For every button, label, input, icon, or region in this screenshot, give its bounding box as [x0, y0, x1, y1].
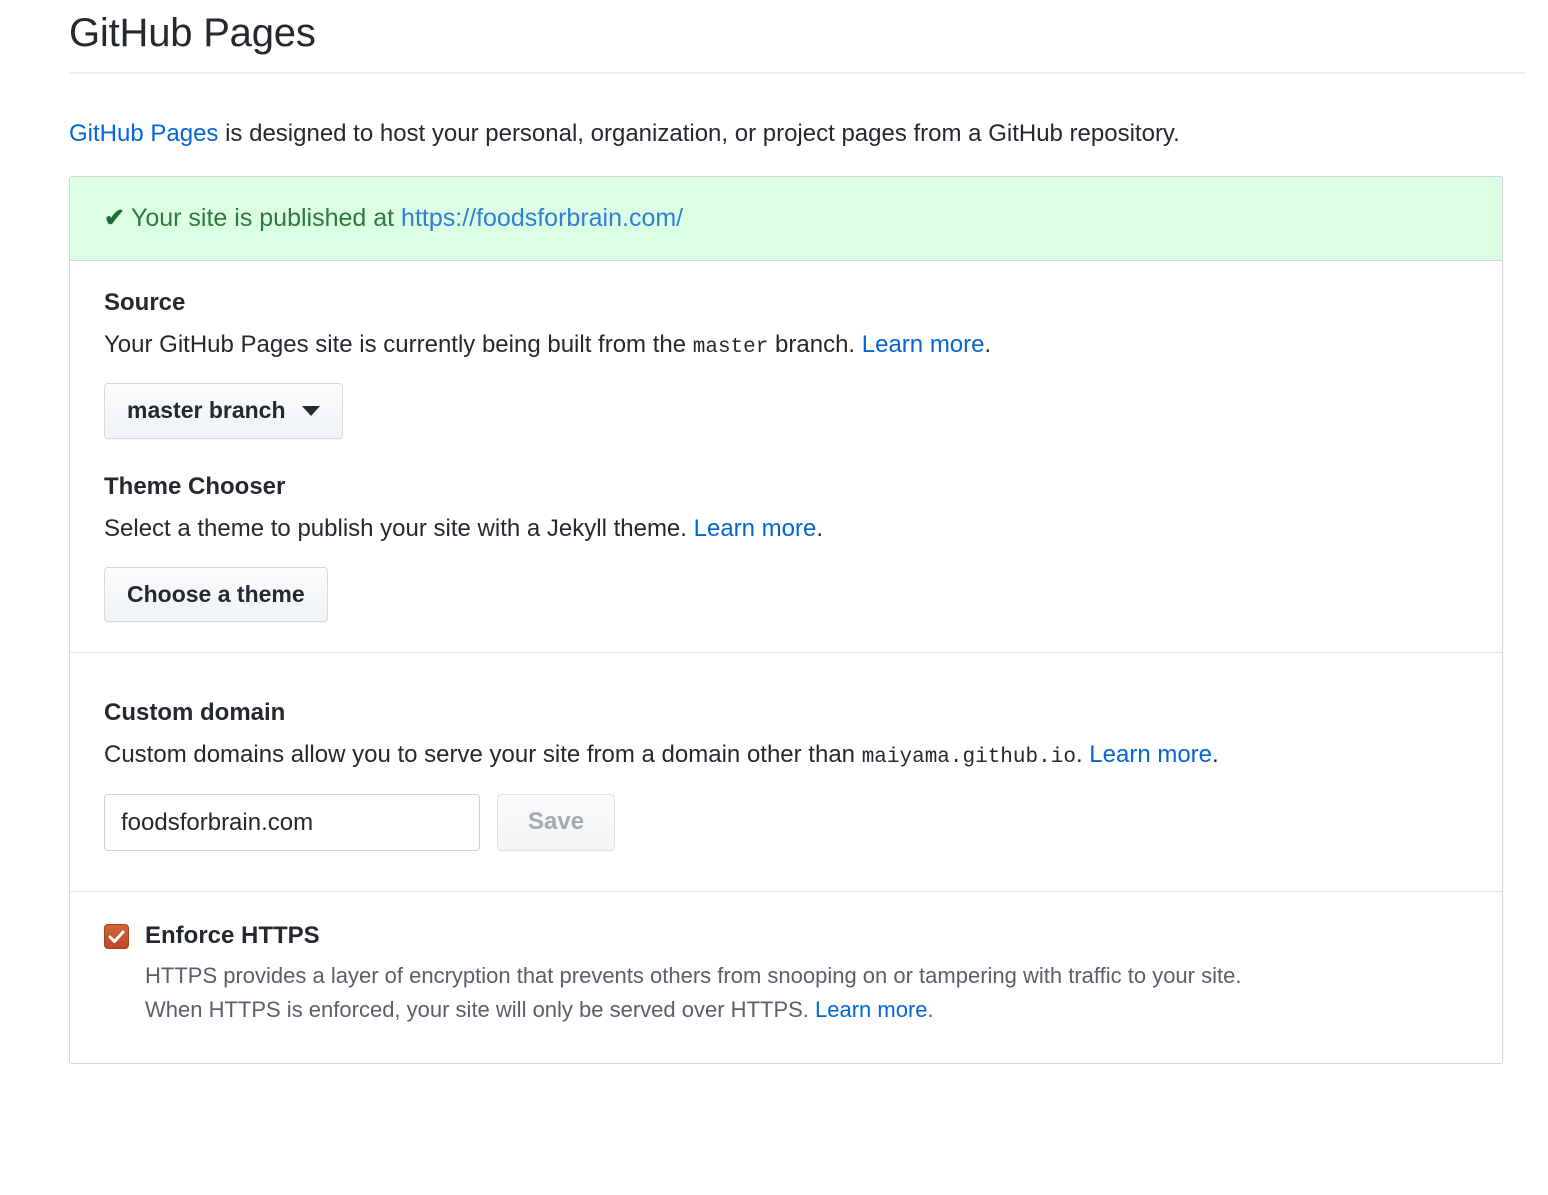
source-branch-code: master: [692, 335, 769, 359]
save-domain-button[interactable]: Save: [497, 793, 616, 852]
theme-chooser-heading: Theme Chooser: [104, 472, 286, 500]
page-title: GitHub Pages: [69, 11, 316, 55]
https-desc-line2-end: .: [927, 997, 934, 1022]
https-desc-line2-before: When HTTPS is enforced, your site will o…: [145, 997, 816, 1022]
custom-domain-form: Save: [104, 793, 1468, 852]
source-desc-end: .: [984, 330, 992, 358]
checkbox-checked-icon[interactable]: [104, 924, 129, 949]
domain-desc-end: .: [1212, 741, 1219, 769]
save-label: Save: [528, 808, 585, 836]
intro-paragraph: GitHub Pages is designed to host your pe…: [69, 116, 1502, 152]
choose-a-theme-button[interactable]: Choose a theme: [104, 566, 328, 623]
source-desc-after: branch.: [768, 330, 862, 358]
custom-domain-description: Custom domains allow you to serve your s…: [104, 738, 1468, 773]
theme-learn-more-link[interactable]: Learn more: [694, 515, 817, 542]
enforce-https-label[interactable]: Enforce HTTPS: [145, 922, 320, 951]
published-message: Your site is published at: [130, 204, 395, 232]
domain-desc-before: Custom domains allow you to serve your s…: [104, 741, 862, 769]
https-desc-line-1: HTTPS provides a layer of encryption tha…: [145, 962, 1242, 988]
custom-domain-input[interactable]: [104, 793, 480, 852]
theme-desc-before: Select a theme to publish your site with…: [104, 514, 694, 542]
enforce-https-row: Enforce HTTPS: [104, 922, 1468, 951]
source-desc-before: Your GitHub Pages site is currently bein…: [104, 330, 693, 358]
intro-text: is designed to host your personal, organ…: [218, 120, 1180, 147]
source-heading: Source: [104, 288, 186, 316]
default-domain-code: maiyama.github.io: [861, 746, 1076, 770]
source-section: Source Your GitHub Pages site is current…: [70, 261, 1502, 653]
enforce-https-description: HTTPS provides a layer of encryption tha…: [145, 959, 1468, 1027]
github-pages-settings-page: GitHub Pages GitHub Pages is designed to…: [0, 0, 1548, 1195]
custom-domain-heading: Custom domain: [104, 699, 286, 727]
source-learn-more-link[interactable]: Learn more: [862, 331, 985, 358]
github-pages-link[interactable]: GitHub Pages: [69, 120, 218, 147]
pages-settings-panel: ✔ Your site is published at https://foods…: [69, 176, 1503, 1065]
source-description: Your GitHub Pages site is currently bein…: [104, 328, 1468, 363]
https-desc-line-2: When HTTPS is enforced, your site will o…: [145, 993, 1468, 1027]
custom-domain-learn-more-link[interactable]: Learn more: [1089, 741, 1212, 768]
branch-select-button[interactable]: master branch: [104, 383, 343, 439]
theme-desc-end: .: [816, 514, 824, 542]
https-learn-more-link[interactable]: Learn more: [815, 997, 928, 1022]
branch-select-label: master branch: [127, 397, 286, 424]
choose-theme-label: Choose a theme: [127, 580, 305, 607]
page-header: GitHub Pages: [69, 0, 1525, 74]
domain-desc-after: .: [1075, 741, 1090, 769]
custom-domain-section: Custom domain Custom domains allow you t…: [70, 652, 1502, 891]
chevron-down-icon: [301, 405, 320, 416]
published-site-url[interactable]: https://foodsforbrain.com/: [401, 204, 683, 232]
theme-chooser-description: Select a theme to publish your site with…: [104, 512, 1468, 547]
enforce-https-section: Enforce HTTPS HTTPS provides a layer of …: [70, 891, 1502, 1063]
site-published-banner: ✔ Your site is published at https://foods…: [70, 177, 1502, 261]
check-icon: ✔: [104, 204, 125, 232]
